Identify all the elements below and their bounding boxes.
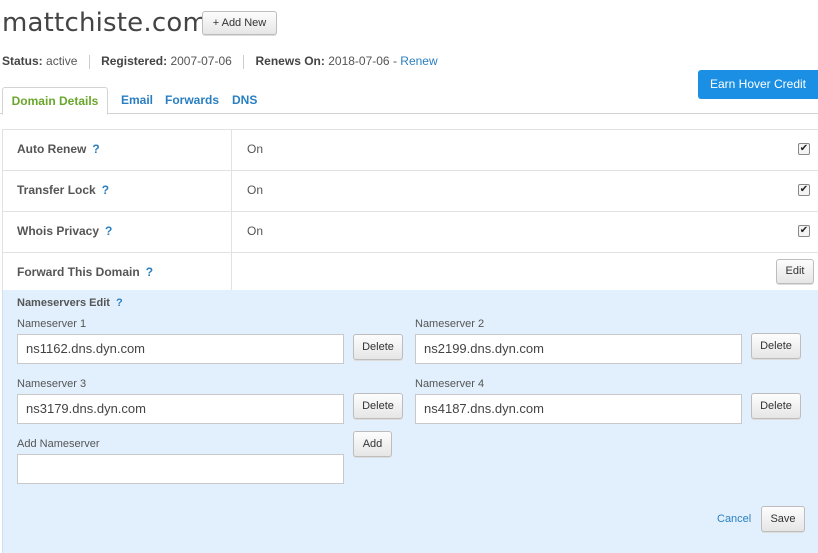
- setting-value: On: [247, 183, 264, 197]
- help-icon[interactable]: ?: [116, 297, 123, 309]
- add-new-button[interactable]: + Add New: [202, 11, 277, 35]
- tab-bar: Domain Details Email Forwards DNS: [0, 87, 818, 115]
- delete-nameserver-3-button[interactable]: Delete: [353, 393, 403, 419]
- nameserver-3-label: Nameserver 3: [17, 378, 87, 390]
- status-divider: [88, 54, 90, 69]
- delete-nameserver-4-button[interactable]: Delete: [751, 393, 801, 419]
- column-divider: [231, 253, 232, 291]
- cancel-link[interactable]: Cancel: [717, 513, 751, 525]
- nameserver-2-label: Nameserver 2: [415, 318, 485, 330]
- add-nameserver-button[interactable]: Add: [353, 431, 392, 457]
- help-icon[interactable]: ?: [92, 142, 99, 156]
- status-line: Status: active Registered: 2007-07-06 Re…: [2, 54, 438, 69]
- renews-separator: -: [392, 54, 397, 68]
- setting-row-forward-domain: Forward This Domain? Edit: [2, 253, 818, 291]
- whois-privacy-checkbox[interactable]: ✔: [798, 225, 810, 237]
- renew-link[interactable]: Renew: [400, 54, 437, 68]
- setting-label: Whois Privacy?: [17, 224, 112, 238]
- nameserver-4-label: Nameserver 4: [415, 378, 485, 390]
- save-button[interactable]: Save: [761, 506, 805, 532]
- domain-settings: Auto Renew? On ✔ Transfer Lock? On ✔ Who…: [2, 129, 818, 291]
- nameserver-1-label: Nameserver 1: [17, 318, 87, 330]
- setting-label-text: Whois Privacy: [17, 224, 100, 238]
- nameserver-3-input[interactable]: ns3179.dns.dyn.com: [17, 394, 344, 424]
- nameservers-title-text: Nameservers Edit: [17, 297, 110, 309]
- nameserver-1-input[interactable]: ns1162.dns.dyn.com: [17, 334, 344, 364]
- setting-value: On: [247, 142, 264, 156]
- renews-label: Renews On:: [255, 54, 325, 68]
- status-divider: [243, 54, 245, 69]
- edit-forward-button[interactable]: Edit: [776, 259, 814, 284]
- column-divider: [231, 171, 232, 211]
- setting-label: Auto Renew?: [17, 142, 100, 156]
- tab-domain-details[interactable]: Domain Details: [2, 87, 108, 115]
- setting-label-text: Transfer Lock: [17, 183, 96, 197]
- auto-renew-checkbox[interactable]: ✔: [798, 143, 810, 155]
- tab-forwards[interactable]: Forwards: [165, 87, 219, 114]
- domain-title: mattchiste.com: [2, 8, 208, 38]
- help-icon[interactable]: ?: [146, 265, 153, 279]
- nameservers-title: Nameservers Edit?: [17, 297, 123, 309]
- setting-label-text: Auto Renew: [17, 142, 87, 156]
- tab-email[interactable]: Email: [121, 87, 153, 114]
- nameserver-4-input[interactable]: ns4187.dns.dyn.com: [415, 394, 742, 424]
- help-icon[interactable]: ?: [102, 183, 109, 197]
- setting-label: Forward This Domain?: [17, 265, 153, 279]
- setting-label-text: Forward This Domain: [17, 265, 140, 279]
- status-value: active: [46, 54, 78, 68]
- add-nameserver-input[interactable]: [17, 454, 344, 484]
- setting-row-transfer-lock: Transfer Lock? On ✔: [2, 171, 818, 212]
- nameservers-panel: Nameservers Edit? Nameserver 1 ns1162.dn…: [2, 290, 818, 553]
- add-nameserver-label: Add Nameserver: [17, 438, 100, 450]
- registered-value: 2007-07-06: [170, 54, 232, 68]
- setting-value: On: [247, 224, 264, 238]
- delete-nameserver-1-button[interactable]: Delete: [353, 334, 403, 360]
- tab-dns[interactable]: DNS: [232, 87, 257, 114]
- help-icon[interactable]: ?: [105, 224, 112, 238]
- setting-label: Transfer Lock?: [17, 183, 109, 197]
- delete-nameserver-2-button[interactable]: Delete: [751, 333, 801, 359]
- registered-label: Registered:: [101, 54, 168, 68]
- column-divider: [231, 130, 232, 170]
- nameserver-2-input[interactable]: ns2199.dns.dyn.com: [415, 334, 742, 364]
- renews-value: 2018-07-06: [328, 54, 390, 68]
- column-divider: [231, 212, 232, 252]
- transfer-lock-checkbox[interactable]: ✔: [798, 184, 810, 196]
- setting-row-auto-renew: Auto Renew? On ✔: [2, 130, 818, 171]
- status-label: Status:: [2, 54, 43, 68]
- setting-row-whois-privacy: Whois Privacy? On ✔: [2, 212, 818, 253]
